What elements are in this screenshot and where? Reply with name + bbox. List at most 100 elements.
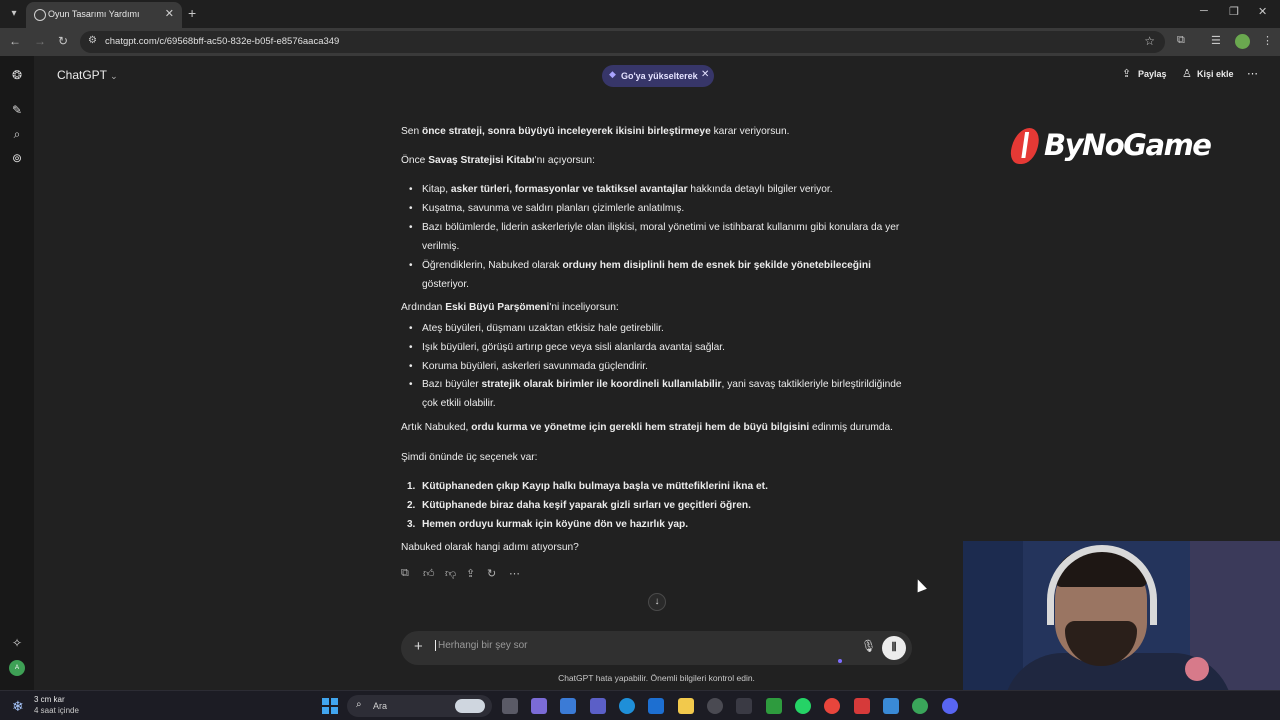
whatsapp-icon[interactable] bbox=[795, 698, 811, 714]
bullet: • bbox=[409, 361, 413, 372]
file-explorer-icon[interactable] bbox=[678, 698, 694, 714]
list-item: Işık büyüleri, görüşü artırıp gece veya … bbox=[422, 338, 914, 357]
chrome-active-icon[interactable] bbox=[912, 698, 928, 714]
steam-icon[interactable] bbox=[707, 698, 723, 714]
add-person-button[interactable]: Kişi ekle bbox=[1197, 69, 1234, 79]
message-paragraph: Artık Nabuked, ordu kurma ve yönetme içi… bbox=[401, 418, 911, 437]
weather-subtitle[interactable]: 4 saat içinde bbox=[34, 706, 79, 715]
weather-temp[interactable]: 3 cm kar bbox=[34, 695, 65, 704]
list-item: Bazı bölümlerde, liderin askerleriyle ol… bbox=[422, 218, 914, 256]
scroll-down-icon[interactable]: ↓ bbox=[648, 593, 666, 611]
option-item: Hemen orduyu kurmak için köyüne dön ve h… bbox=[422, 519, 689, 530]
text-run: Önce bbox=[401, 155, 429, 166]
taskbar: ❄ 3 cm kar 4 saat içinde ⌕ Ara bbox=[0, 690, 1280, 720]
apps-icon[interactable] bbox=[736, 698, 752, 714]
tab-title: Oyun Tasarımı Yardımı bbox=[48, 9, 140, 19]
upgrade-close-icon[interactable]: ✕ bbox=[701, 69, 709, 80]
share-icon: ⇪ bbox=[1122, 68, 1132, 80]
explore-icon[interactable]: ✧ bbox=[9, 635, 25, 651]
chrome-icon[interactable] bbox=[824, 698, 840, 714]
browser-tab[interactable]: Oyun Tasarımı Yardımı ✕ bbox=[26, 2, 182, 28]
bold-text: orduну hem disiplinli hem de esnek bir ş… bbox=[562, 260, 871, 271]
extensions-icon[interactable]: ⧉ bbox=[1177, 34, 1185, 47]
bold-text: önce strateji, sonra büyüyü inceleyerek … bbox=[421, 126, 711, 137]
tab-search-icon[interactable]: ▾ bbox=[4, 4, 24, 24]
profile-avatar[interactable] bbox=[1235, 34, 1250, 49]
more-options-icon[interactable]: ⋯ bbox=[1247, 67, 1258, 80]
disclaimer: ChatGPT hata yapabilir. Önemli bilgileri… bbox=[558, 673, 755, 683]
text-run: Kuşatma, savunma ve saldırı planları çiz… bbox=[422, 203, 685, 214]
upgrade-pill[interactable]: ◆ Go'ya yükselterek ✕ bbox=[602, 65, 714, 87]
browser-tab-strip: ▾ Oyun Tasarımı Yardımı ✕ + ─ ❐ ✕ bbox=[0, 0, 1280, 28]
text-run: karar veriyorsun. bbox=[710, 126, 790, 137]
logo-mark-icon bbox=[1007, 128, 1043, 164]
minimize-icon[interactable]: ─ bbox=[1200, 5, 1208, 17]
mail-icon[interactable] bbox=[648, 698, 664, 714]
openai-logo-icon[interactable]: ❂ bbox=[9, 67, 25, 83]
share-message-icon[interactable]: ⇪ bbox=[466, 567, 475, 580]
bullet: • bbox=[409, 342, 413, 353]
text-run: Artık Nabuked, bbox=[401, 422, 472, 433]
library-icon[interactable]: ⊚ bbox=[9, 150, 25, 166]
voice-mode-icon[interactable]: ⫼ bbox=[882, 636, 906, 660]
search-label: Ara bbox=[373, 701, 388, 711]
url-text[interactable]: chatgpt.com/c/69568bff-ac50-832e-b05f-e8… bbox=[105, 36, 339, 47]
chatgpt-favicon-icon bbox=[34, 9, 46, 21]
share-button[interactable]: Paylaş bbox=[1138, 69, 1167, 79]
copilot-icon[interactable] bbox=[531, 698, 547, 714]
taskbar-search[interactable]: ⌕ Ara bbox=[347, 695, 492, 717]
edge-icon[interactable] bbox=[619, 698, 635, 714]
omnibox[interactable]: ⚙ chatgpt.com/c/69568bff-ac50-832e-b05f-… bbox=[80, 31, 1165, 53]
bookmark-star-icon[interactable]: ☆ bbox=[1144, 34, 1155, 48]
more-actions-icon[interactable]: ⋯ bbox=[509, 567, 520, 580]
list-item: Ateş büyüleri, düşmanı uzaktan etkisiz h… bbox=[422, 319, 914, 338]
browser-menu-icon[interactable]: ⋮ bbox=[1262, 34, 1273, 47]
text-run: Sen bbox=[401, 126, 422, 137]
reload-icon[interactable]: ↻ bbox=[58, 34, 68, 48]
discord-icon[interactable] bbox=[942, 698, 958, 714]
microphone-icon[interactable]: 🎙︎ bbox=[861, 639, 876, 653]
network-app-icon[interactable] bbox=[883, 698, 899, 714]
copy-icon[interactable]: ⧉ bbox=[401, 567, 409, 580]
bold-text: asker türleri, formasyonlar ve taktiksel… bbox=[450, 184, 688, 195]
bynogame-logo: ByNoGame bbox=[1007, 124, 1212, 174]
back-icon[interactable]: ← bbox=[9, 34, 21, 48]
teams-icon[interactable] bbox=[590, 698, 606, 714]
forward-icon[interactable]: → bbox=[34, 34, 46, 48]
option-number: 2. bbox=[407, 500, 416, 511]
thumbs-down-icon[interactable]: 👎︎ bbox=[445, 567, 456, 580]
list-item: Kuşatma, savunma ve saldırı planları çiz… bbox=[422, 199, 914, 218]
webcam-overlay bbox=[963, 541, 1280, 690]
user-avatar[interactable]: A bbox=[9, 660, 25, 676]
regenerate-icon[interactable]: ↻ bbox=[487, 567, 496, 580]
thumbs-up-icon[interactable]: 👍︎ bbox=[423, 567, 435, 580]
model-name: ChatGPT bbox=[57, 68, 107, 82]
option-number: 1. bbox=[407, 481, 416, 492]
tab-close-icon[interactable]: ✕ bbox=[165, 7, 174, 20]
weather-icon[interactable]: ❄ bbox=[12, 698, 24, 715]
site-info-icon[interactable]: ⚙ bbox=[88, 35, 97, 46]
model-selector[interactable]: ChatGPT ⌄ bbox=[57, 68, 118, 82]
new-chat-icon[interactable]: ✎ bbox=[9, 102, 25, 118]
attach-plus-icon[interactable]: + bbox=[414, 638, 423, 655]
xbox-icon[interactable] bbox=[766, 698, 782, 714]
sidebar-rail: ❂ ✎ ⌕ ⊚ ✧ A bbox=[0, 56, 34, 690]
bold-text: stratejik olarak birimler ile koordineli… bbox=[481, 379, 722, 390]
windows-start-icon[interactable] bbox=[322, 698, 338, 714]
task-view-icon[interactable] bbox=[502, 698, 518, 714]
window-close-icon[interactable]: ✕ bbox=[1258, 5, 1267, 18]
upgrade-label: Go'ya yükselterek bbox=[621, 71, 698, 81]
text-run: Kitap, bbox=[422, 184, 451, 195]
search-icon: ⌕ bbox=[356, 699, 362, 710]
widgets-icon[interactable] bbox=[560, 698, 576, 714]
logo-text: ByNoGame bbox=[1044, 128, 1212, 162]
text-run: edinmiş durumda. bbox=[809, 422, 894, 433]
reading-list-icon[interactable]: ☰ bbox=[1211, 34, 1221, 47]
text-run: Öğrendiklerin, Nabuked olarak bbox=[422, 260, 563, 271]
wps-icon[interactable] bbox=[854, 698, 870, 714]
search-chats-icon[interactable]: ⌕ bbox=[9, 126, 25, 142]
restore-icon[interactable]: ❐ bbox=[1229, 5, 1239, 18]
new-tab-icon[interactable]: + bbox=[188, 5, 196, 21]
prompt-input[interactable] bbox=[435, 640, 825, 651]
text-run: Bazı büyüler bbox=[422, 379, 482, 390]
